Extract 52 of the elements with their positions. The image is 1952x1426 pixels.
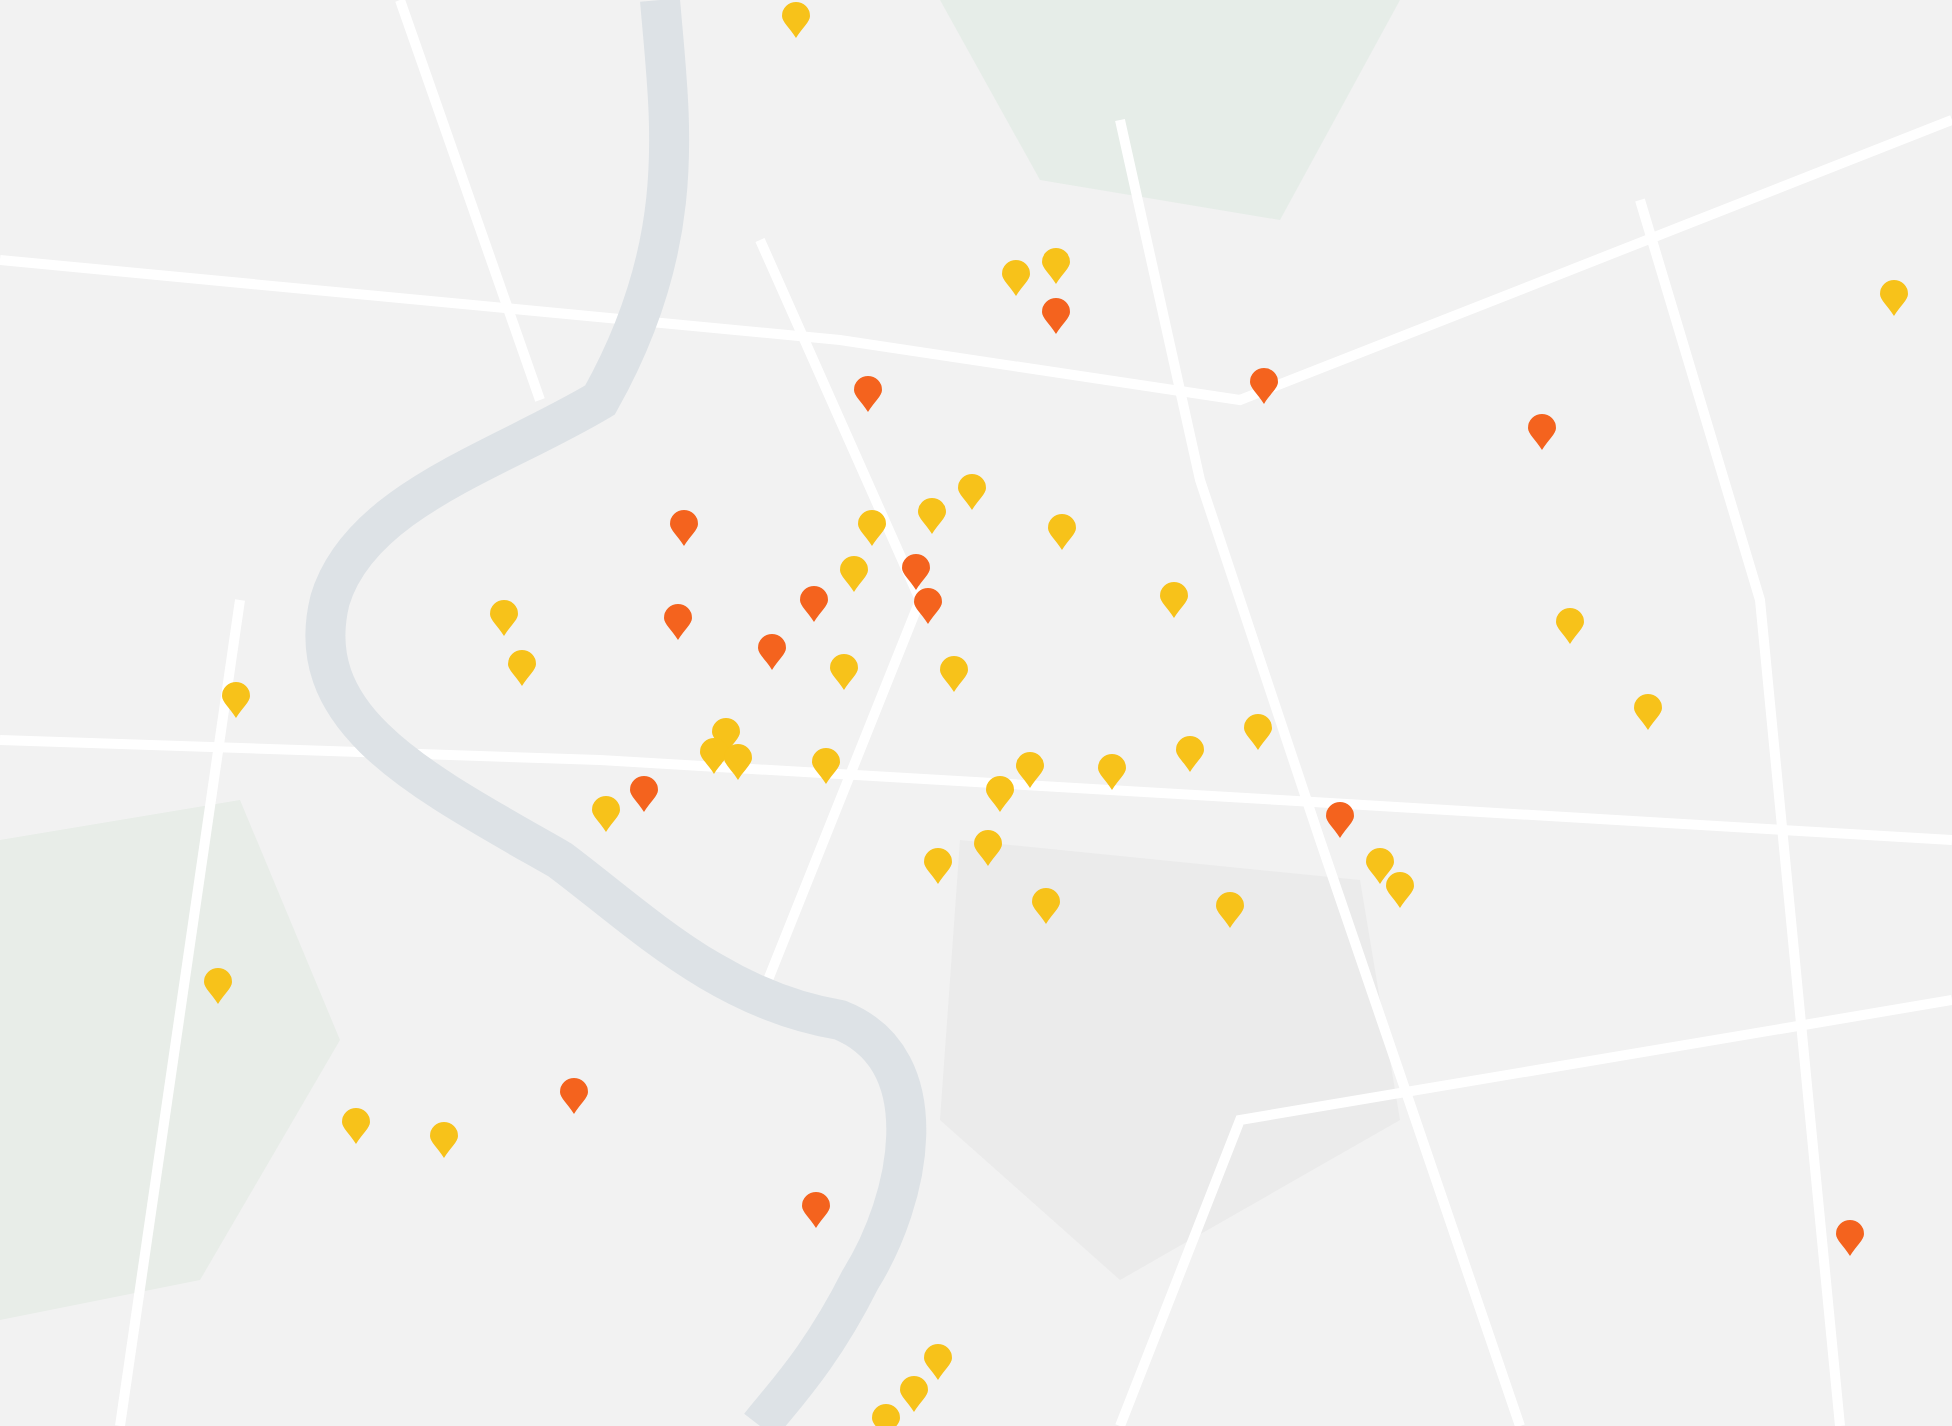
map-pin-icon[interactable] <box>924 1344 952 1380</box>
map-pin-icon[interactable] <box>724 744 752 780</box>
map-pin-icon[interactable] <box>940 656 968 692</box>
map-pin-icon[interactable] <box>854 376 882 412</box>
map-pin-icon[interactable] <box>508 650 536 686</box>
map-pin-icon[interactable] <box>1326 802 1354 838</box>
map-pin-icon[interactable] <box>1048 514 1076 550</box>
map-pin-icon[interactable] <box>1032 888 1060 924</box>
map-pin-icon[interactable] <box>840 556 868 592</box>
map-pin-icon[interactable] <box>1098 754 1126 790</box>
map-pin-icon[interactable] <box>858 510 886 546</box>
map-pin-icon[interactable] <box>914 588 942 624</box>
map-pin-icon[interactable] <box>782 2 810 38</box>
map-pin-icon[interactable] <box>1366 848 1394 884</box>
map-pin-icon[interactable] <box>1216 892 1244 928</box>
map-pin-icon[interactable] <box>1528 414 1556 450</box>
map-pin-icon[interactable] <box>902 554 930 590</box>
map-pin-icon[interactable] <box>918 498 946 534</box>
map-pin-icon[interactable] <box>830 654 858 690</box>
map-pin-icon[interactable] <box>670 510 698 546</box>
map-pin-icon[interactable] <box>1250 368 1278 404</box>
map-pin-icon[interactable] <box>592 796 620 832</box>
map-pin-icon[interactable] <box>986 776 1014 812</box>
map-pin-icon[interactable] <box>900 1376 928 1412</box>
map-pin-icon[interactable] <box>1042 298 1070 334</box>
map-pin-icon[interactable] <box>342 1108 370 1144</box>
map-pin-icon[interactable] <box>700 738 728 774</box>
map-pin-icon[interactable] <box>1880 280 1908 316</box>
map-pin-icon[interactable] <box>1042 248 1070 284</box>
map-pin-icon[interactable] <box>204 968 232 1004</box>
map-pin-icon[interactable] <box>1836 1220 1864 1256</box>
map-pin-icon[interactable] <box>664 604 692 640</box>
map-pin-icon[interactable] <box>758 634 786 670</box>
map-pin-icon[interactable] <box>974 830 1002 866</box>
map-pin-icon[interactable] <box>1634 694 1662 730</box>
map-pin-icon[interactable] <box>430 1122 458 1158</box>
map-pin-icon[interactable] <box>630 776 658 812</box>
map-pin-icon[interactable] <box>222 682 250 718</box>
map-pin-icon[interactable] <box>958 474 986 510</box>
map-pin-icon[interactable] <box>1002 260 1030 296</box>
map-pin-icon[interactable] <box>802 1192 830 1228</box>
map-pin-icon[interactable] <box>1386 872 1414 908</box>
map-pin-icon[interactable] <box>490 600 518 636</box>
map-pin-icon[interactable] <box>924 848 952 884</box>
map-pin-icon[interactable] <box>812 748 840 784</box>
map-pin-icon[interactable] <box>800 586 828 622</box>
map-pin-icon[interactable] <box>1556 608 1584 644</box>
map-pin-icon[interactable] <box>560 1078 588 1114</box>
map-pin-icon[interactable] <box>1016 752 1044 788</box>
map-pin-icon[interactable] <box>1160 582 1188 618</box>
map-pin-icon[interactable] <box>1244 714 1272 750</box>
map-pin-icon[interactable] <box>1176 736 1204 772</box>
